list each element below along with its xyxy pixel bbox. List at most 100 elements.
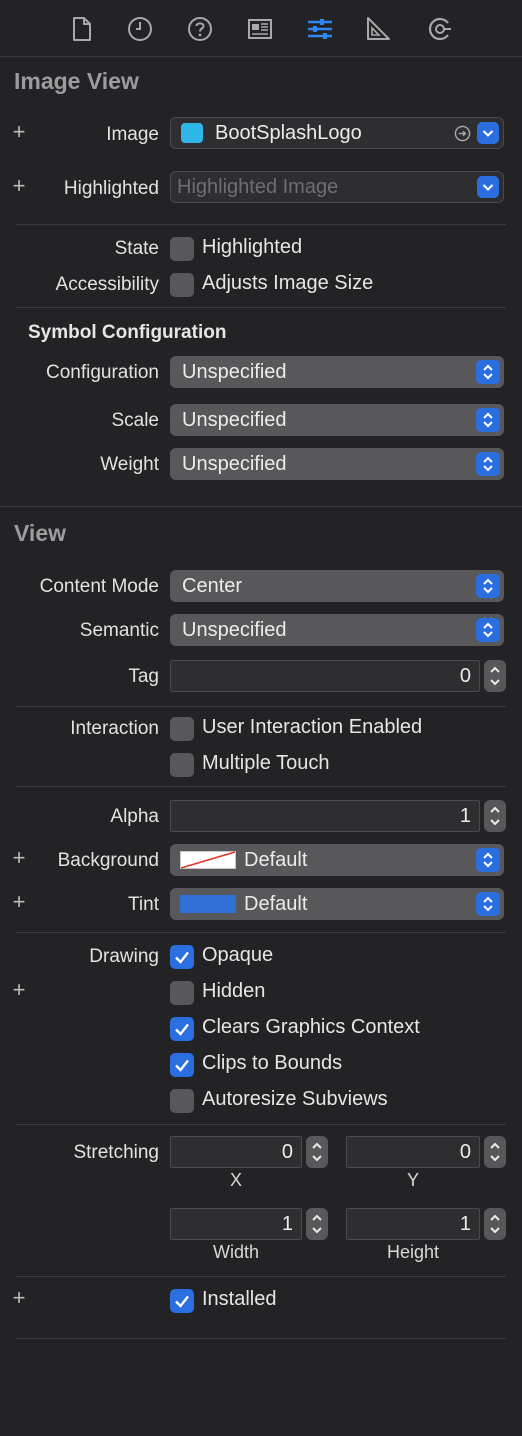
help-icon (188, 17, 212, 41)
autoresize-subviews-label: Autoresize Subviews (202, 1088, 388, 1110)
stretching-width-caption: Width (212, 1242, 259, 1262)
divider (16, 1276, 506, 1277)
divider (16, 1338, 506, 1339)
stretching-x-stepper[interactable] (306, 1136, 328, 1168)
adjusts-image-size-checkbox[interactable] (170, 273, 194, 297)
highlighted-image-placeholder: Highlighted Image (177, 176, 339, 198)
view-section-title: View (14, 520, 66, 546)
stretching-y-value: 0 (459, 1141, 471, 1163)
state-highlighted-label: Highlighted (202, 236, 303, 258)
stretching-width-field[interactable]: 1 (170, 1208, 302, 1240)
alpha-field[interactable]: 1 (170, 800, 480, 832)
section-divider (0, 506, 522, 507)
stepper-arrows-icon (490, 1142, 500, 1162)
tint-add-variation-button[interactable]: + (10, 891, 28, 913)
file-icon (73, 17, 91, 41)
highlighted-image-combo-box[interactable]: Highlighted Image (170, 171, 504, 203)
connections-inspector-tab[interactable] (420, 10, 460, 48)
hidden-label: Hidden (202, 980, 266, 1002)
stretching-x-field[interactable]: 0 (170, 1136, 302, 1168)
checkmark-icon (175, 1295, 189, 1308)
alpha-stepper[interactable] (484, 800, 506, 832)
tint-color-popup[interactable]: Default (170, 888, 504, 920)
installed-checkbox[interactable] (170, 1289, 194, 1313)
history-inspector-tab[interactable] (120, 10, 160, 48)
stretching-x-value: 0 (281, 1141, 293, 1163)
tag-field[interactable]: 0 (170, 660, 480, 692)
help-inspector-tab[interactable] (180, 10, 220, 48)
user-interaction-checkbox[interactable] (170, 717, 194, 741)
stretching-label: Stretching (73, 1142, 159, 1163)
content-mode-value: Center (182, 575, 243, 597)
identity-inspector-tab[interactable] (240, 10, 280, 48)
attributes-inspector-tab[interactable] (300, 10, 340, 48)
semantic-value: Unspecified (182, 619, 287, 641)
image-dropdown-button[interactable] (477, 122, 499, 144)
content-mode-popup[interactable]: Center (170, 570, 504, 602)
scale-label: Scale (111, 410, 159, 431)
background-label: Background (57, 850, 159, 871)
multiple-touch-label: Multiple Touch (202, 752, 330, 774)
scale-popup[interactable]: Unspecified (170, 404, 504, 436)
scale-value: Unspecified (182, 409, 287, 431)
installed-add-variation-button[interactable]: + (10, 1287, 28, 1309)
stretching-width-stepper[interactable] (306, 1208, 328, 1240)
chevron-down-icon (482, 130, 494, 137)
up-down-chevron-icon (476, 892, 500, 916)
accessibility-label: Accessibility (55, 274, 159, 295)
up-down-chevron-icon (476, 452, 500, 476)
highlighted-label: Highlighted (63, 178, 159, 199)
image-view-section-title: Image View (14, 68, 139, 94)
opaque-checkbox[interactable] (170, 945, 194, 969)
tag-stepper[interactable] (484, 660, 506, 692)
alpha-value: 1 (459, 805, 471, 827)
divider (16, 786, 506, 787)
divider (16, 932, 506, 933)
drawing-label: Drawing (89, 946, 159, 967)
size-icon (367, 17, 390, 40)
state-highlighted-checkbox[interactable] (170, 237, 194, 261)
up-down-chevron-icon (476, 360, 500, 384)
image-add-variation-button[interactable]: + (10, 121, 28, 143)
hidden-checkbox[interactable] (170, 981, 194, 1005)
drawing-add-variation-button[interactable]: + (10, 979, 28, 1001)
up-down-chevron-icon (476, 848, 500, 872)
clears-graphics-context-checkbox[interactable] (170, 1017, 194, 1041)
size-inspector-tab[interactable] (358, 10, 398, 48)
image-value: BootSplashLogo (215, 122, 362, 144)
background-add-variation-button[interactable]: + (10, 847, 28, 869)
go-to-asset-icon[interactable] (454, 125, 471, 142)
image-combo-box[interactable]: BootSplashLogo (170, 117, 504, 149)
highlighted-add-variation-button[interactable]: + (10, 175, 28, 197)
multiple-touch-checkbox[interactable] (170, 753, 194, 777)
symbol-configuration-title: Symbol Configuration (28, 322, 227, 343)
stretching-y-field[interactable]: 0 (346, 1136, 480, 1168)
stretching-height-value: 1 (459, 1213, 471, 1235)
stretching-height-stepper[interactable] (484, 1208, 506, 1240)
clips-to-bounds-checkbox[interactable] (170, 1053, 194, 1077)
semantic-label: Semantic (79, 620, 159, 641)
tag-label: Tag (128, 666, 159, 687)
divider (16, 307, 506, 308)
weight-popup[interactable]: Unspecified (170, 448, 504, 480)
checkmark-icon (175, 1059, 189, 1072)
image-asset-icon (181, 123, 203, 143)
stepper-arrows-icon (312, 1214, 322, 1234)
autoresize-subviews-checkbox[interactable] (170, 1089, 194, 1113)
divider (16, 224, 506, 225)
configuration-popup[interactable]: Unspecified (170, 356, 504, 388)
weight-value: Unspecified (182, 453, 287, 475)
highlighted-dropdown-button[interactable] (477, 176, 499, 198)
background-color-popup[interactable]: Default (170, 844, 504, 876)
stretching-height-field[interactable]: 1 (346, 1208, 480, 1240)
image-label: Image (106, 124, 159, 145)
stretching-y-stepper[interactable] (484, 1136, 506, 1168)
tint-color-swatch (180, 895, 236, 913)
up-down-chevron-icon (476, 574, 500, 598)
semantic-popup[interactable]: Unspecified (170, 614, 504, 646)
no-color-swatch-icon (180, 851, 236, 869)
stepper-arrows-icon (490, 806, 500, 826)
file-inspector-tab[interactable] (61, 10, 101, 48)
inspector-tab-bar (0, 0, 522, 57)
configuration-label: Configuration (45, 362, 159, 383)
